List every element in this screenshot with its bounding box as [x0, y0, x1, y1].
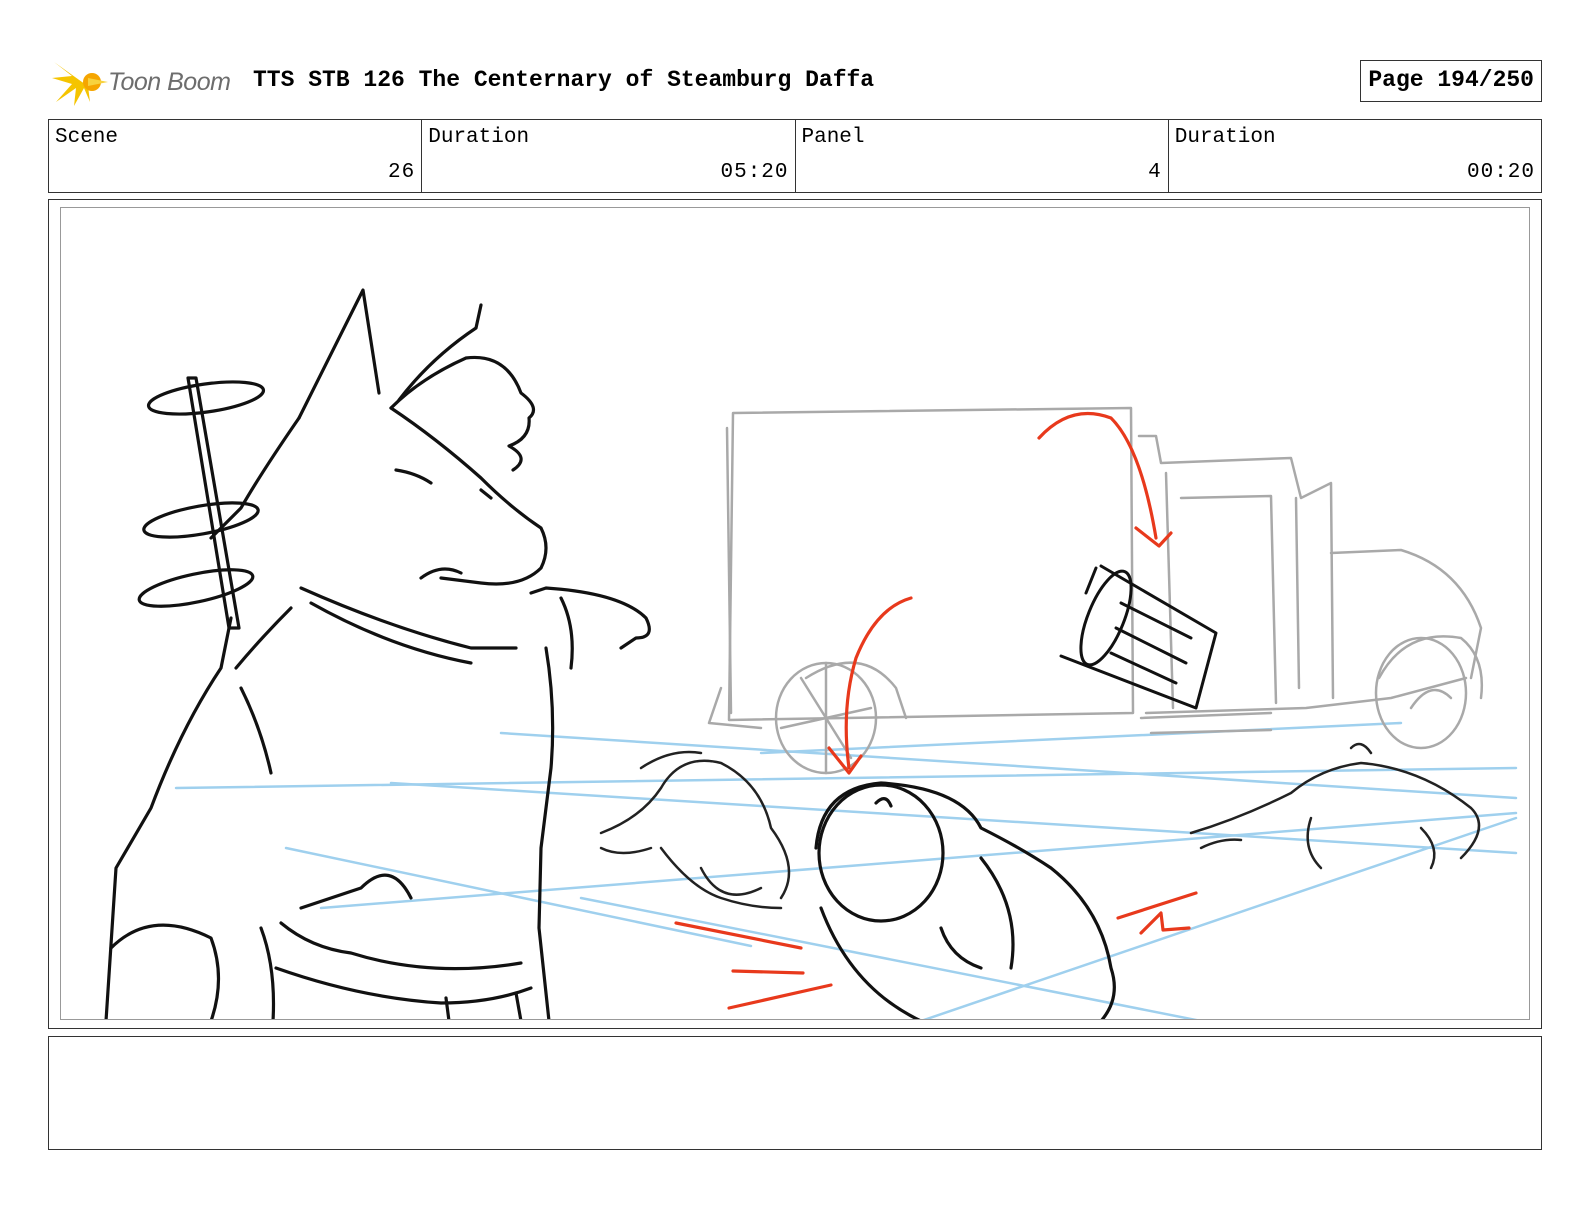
- panel-notes-box: [48, 1036, 1542, 1150]
- scene-duration-cell: Duration 05:20: [422, 120, 796, 192]
- panel-duration-cell: Duration 00:20: [1169, 120, 1541, 192]
- starburst-logo-icon: [52, 62, 108, 106]
- scene-cell: Scene 26: [49, 120, 423, 192]
- panel-cell: Panel 4: [796, 120, 1169, 192]
- wolf-character-sketch: [104, 288, 651, 1019]
- scene-label: Scene: [55, 126, 119, 149]
- panel-value: 4: [1148, 161, 1162, 184]
- scene-value: 26: [388, 161, 416, 184]
- panel-frame: [48, 199, 1542, 1029]
- panel-duration-label: Duration: [1174, 126, 1276, 149]
- storyboard-sketch: [104, 288, 1518, 1019]
- page-indicator: Page 194/250: [1360, 60, 1542, 102]
- panel-label: Panel: [801, 126, 865, 149]
- trash-can-sketch: [1059, 564, 1218, 710]
- fallen-figure-right: [1189, 742, 1481, 870]
- panel-image: [60, 207, 1530, 1020]
- document-title: TTS STB 126 The Centernary of Steamburg …: [253, 67, 875, 93]
- toon-boom-logo: Toon Boom: [52, 56, 242, 108]
- logo-text: Toon Boom: [108, 68, 231, 96]
- scene-duration-label: Duration: [428, 126, 530, 149]
- panel-duration-value: 00:20: [1466, 161, 1535, 184]
- action-marks: [674, 411, 1198, 1010]
- truck-sketch: [707, 406, 1483, 775]
- page-header: Toon Boom TTS STB 126 The Centernary of …: [48, 52, 1542, 108]
- storyboard-info-row: Scene 26 Duration 05:20 Panel 4 Duration…: [48, 119, 1542, 193]
- scene-duration-value: 05:20: [720, 161, 789, 184]
